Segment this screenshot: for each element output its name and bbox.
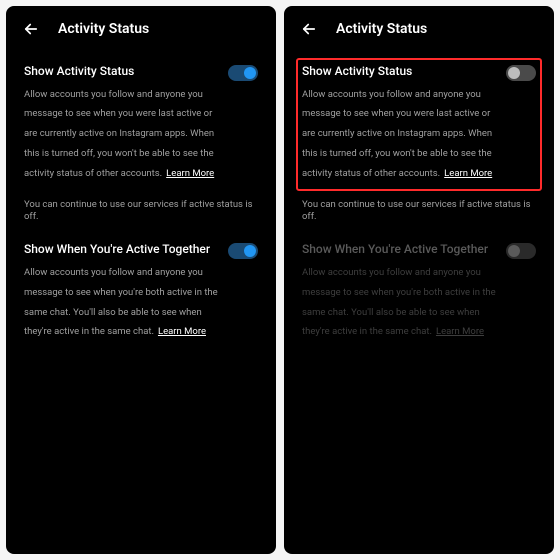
- show-activity-status-toggle[interactable]: [228, 65, 258, 81]
- phone-left: Activity Status Show Activity Status All…: [6, 6, 276, 554]
- show-activity-status-toggle[interactable]: [506, 65, 536, 81]
- active-together-title: Show When You're Active Together: [24, 242, 220, 258]
- active-together-section: Show When You're Active Together Allow a…: [300, 238, 538, 349]
- header: Activity Status: [22, 20, 260, 38]
- page-title: Activity Status: [336, 21, 427, 37]
- active-together-toggle[interactable]: [228, 243, 258, 259]
- show-activity-status-desc: Allow accounts you follow and anyone you…: [302, 89, 492, 179]
- phone-right: Activity Status Show Activity Status All…: [284, 6, 554, 554]
- active-together-title: Show When You're Active Together: [302, 242, 498, 258]
- learn-more-link[interactable]: Learn More: [158, 326, 206, 337]
- header: Activity Status: [300, 20, 538, 38]
- status-off-note: You can continue to use our services if …: [24, 199, 258, 225]
- show-activity-status-desc: Allow accounts you follow and anyone you…: [24, 89, 214, 179]
- back-arrow-icon[interactable]: [300, 20, 318, 38]
- active-together-toggle: [506, 243, 536, 259]
- page-title: Activity Status: [58, 21, 149, 37]
- status-off-note: You can continue to use our services if …: [302, 199, 536, 225]
- show-activity-status-section: Show Activity Status Allow accounts you …: [296, 58, 542, 191]
- show-activity-status-section: Show Activity Status Allow accounts you …: [22, 60, 260, 191]
- learn-more-link[interactable]: Learn More: [444, 168, 492, 179]
- back-arrow-icon[interactable]: [22, 20, 40, 38]
- learn-more-link: Learn More: [436, 326, 484, 337]
- active-together-section: Show When You're Active Together Allow a…: [22, 238, 260, 349]
- show-activity-status-title: Show Activity Status: [24, 64, 220, 80]
- show-activity-status-title: Show Activity Status: [302, 64, 498, 80]
- learn-more-link[interactable]: Learn More: [166, 168, 214, 179]
